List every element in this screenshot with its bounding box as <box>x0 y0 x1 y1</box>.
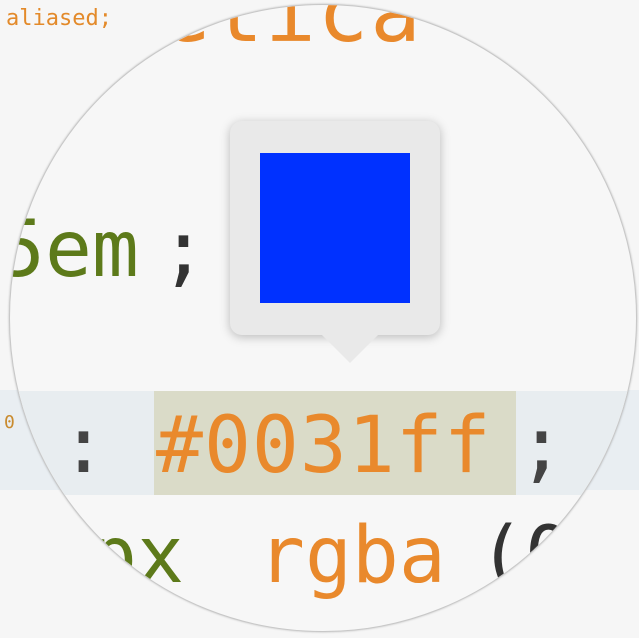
popover-arrow <box>322 335 378 363</box>
code-fragment-em: 5em <box>9 205 139 295</box>
color-preview-popover <box>230 121 440 363</box>
code-fragment-top: etica <box>160 4 423 61</box>
color-swatch[interactable] <box>260 153 410 303</box>
code-fragment-rgba: rgba <box>258 511 446 601</box>
code-colon: : <box>60 401 107 491</box>
code-semicolon: ; <box>160 205 207 295</box>
code-line-aliased: aliased; <box>6 6 112 31</box>
code-semicolon-2: ; <box>518 401 565 491</box>
magnifier-lens: etica 5em ; : #0031ff ; px rgba (0 <box>9 4 637 632</box>
code-fragment-px: px <box>90 511 184 601</box>
code-fragment-paren: (0 <box>478 511 572 601</box>
color-hex-value[interactable]: #0031ff <box>156 401 492 491</box>
